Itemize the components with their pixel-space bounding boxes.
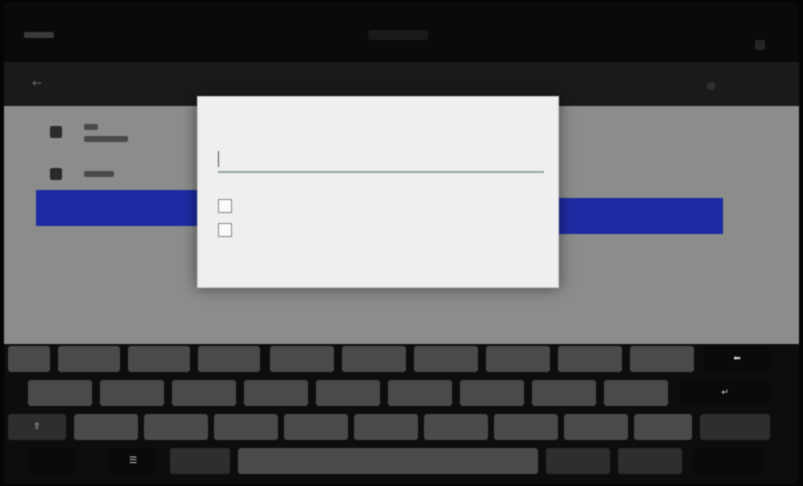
keyboard-key[interactable]	[424, 414, 488, 440]
keyboard-key[interactable]	[270, 346, 334, 372]
backspace-key[interactable]: ⬅	[704, 346, 770, 372]
keyboard-key[interactable]	[354, 414, 418, 440]
list-item-title	[84, 171, 114, 177]
keyboard-key[interactable]	[144, 414, 208, 440]
keyboard-key[interactable]	[244, 380, 308, 406]
text-cursor	[218, 151, 219, 167]
selected-row-highlight	[36, 190, 202, 226]
keyboard-key[interactable]	[486, 346, 550, 372]
name-input[interactable]	[218, 153, 544, 173]
status-icon	[755, 40, 765, 50]
checkbox[interactable]	[218, 199, 232, 213]
keyboard-key[interactable]	[618, 448, 682, 474]
shift-key-right[interactable]	[700, 414, 770, 440]
keyboard-key[interactable]	[604, 380, 668, 406]
settings-key[interactable]: ☰	[108, 448, 158, 474]
status-time	[24, 32, 54, 38]
keyboard-key[interactable]	[28, 380, 92, 406]
keyboard-key[interactable]	[342, 346, 406, 372]
keyboard-key[interactable]	[100, 380, 164, 406]
list-item-subtitle	[84, 136, 128, 142]
keyboard-key[interactable]	[170, 448, 230, 474]
backspace-icon: ⬅	[733, 354, 741, 364]
keyboard-key[interactable]	[74, 414, 138, 440]
onscreen-keyboard: ⬅ ↵ ⇧ ☰	[4, 344, 799, 484]
keyboard-key[interactable]	[26, 448, 76, 474]
keyboard-key[interactable]	[128, 346, 190, 372]
keyboard-key[interactable]	[634, 414, 692, 440]
tablet-screen: ← ⬅ ↵ ⇧ ☰	[4, 2, 799, 484]
keyboard-key[interactable]	[558, 346, 622, 372]
keyboard-key[interactable]	[58, 346, 120, 372]
keyboard-key[interactable]	[694, 448, 764, 474]
enter-key[interactable]: ↵	[680, 380, 770, 406]
keyboard-key[interactable]	[532, 380, 596, 406]
keyboard-key[interactable]	[494, 414, 558, 440]
list-item-title	[84, 124, 98, 130]
shift-key[interactable]: ⇧	[8, 414, 66, 440]
keyboard-key[interactable]	[316, 380, 380, 406]
keyboard-key[interactable]	[214, 414, 278, 440]
keyboard-key[interactable]	[630, 346, 694, 372]
keyboard-key[interactable]	[8, 346, 50, 372]
file-icon	[50, 168, 62, 180]
folder-icon	[50, 126, 62, 138]
selected-row-highlight	[557, 198, 723, 234]
back-arrow-icon[interactable]: ←	[32, 76, 48, 90]
enter-icon: ↵	[721, 388, 729, 398]
checkbox[interactable]	[218, 223, 232, 237]
keyboard-key[interactable]	[284, 414, 348, 440]
settings-icon: ☰	[128, 456, 138, 466]
keyboard-key[interactable]	[460, 380, 524, 406]
input-dialog	[197, 96, 559, 288]
keyboard-key[interactable]	[414, 346, 478, 372]
keyboard-key[interactable]	[388, 380, 452, 406]
overflow-menu-icon[interactable]	[707, 82, 715, 90]
space-key[interactable]	[238, 448, 538, 474]
shift-icon: ⇧	[33, 422, 41, 432]
keyboard-key[interactable]	[564, 414, 628, 440]
status-bar	[4, 2, 799, 62]
keyboard-key[interactable]	[198, 346, 260, 372]
keyboard-key[interactable]	[546, 448, 610, 474]
keyboard-key[interactable]	[172, 380, 236, 406]
status-notification	[368, 30, 428, 40]
